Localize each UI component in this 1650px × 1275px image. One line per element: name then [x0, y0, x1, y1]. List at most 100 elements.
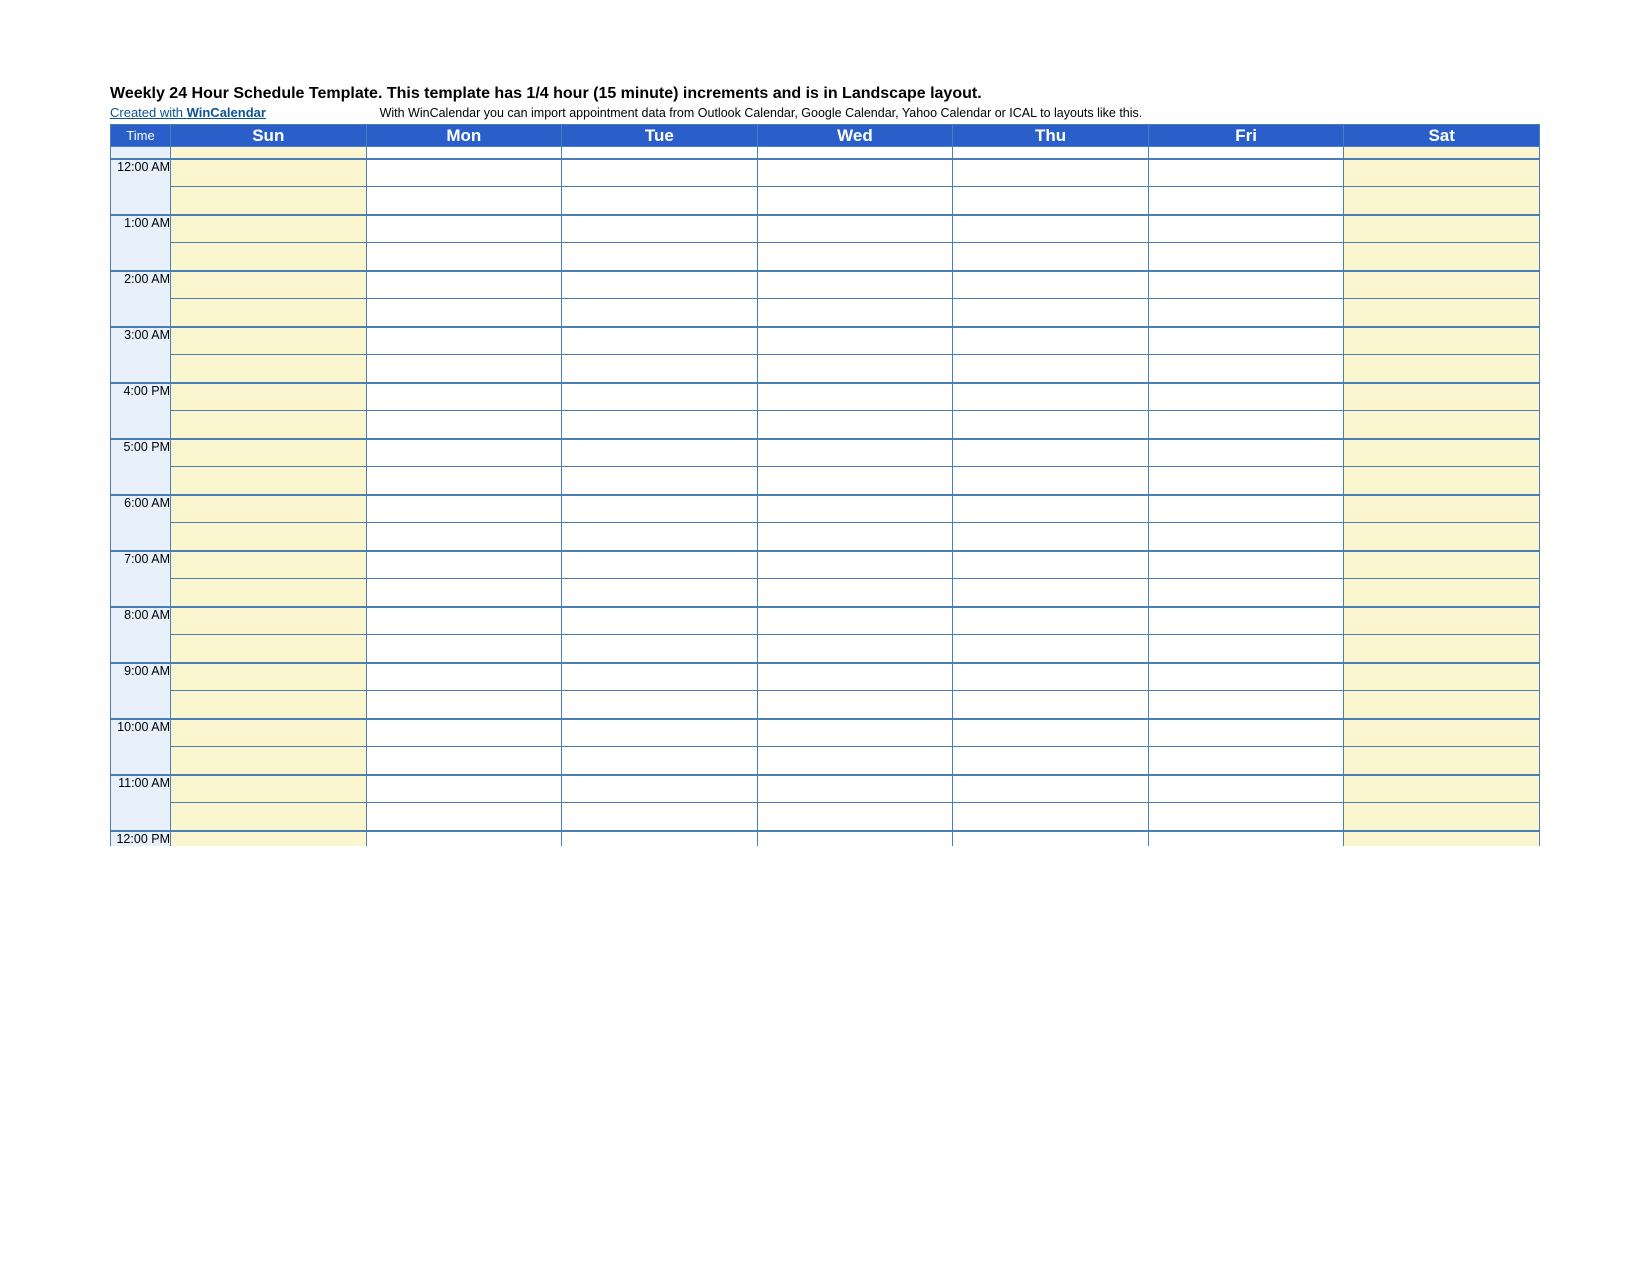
schedule-cell[interactable] [1148, 327, 1344, 355]
schedule-cell[interactable] [953, 383, 1149, 411]
schedule-cell[interactable] [171, 243, 367, 271]
schedule-cell[interactable] [1148, 495, 1344, 523]
schedule-cell[interactable] [757, 383, 953, 411]
schedule-cell[interactable] [562, 467, 758, 495]
schedule-cell[interactable] [757, 299, 953, 327]
schedule-cell[interactable] [1344, 383, 1540, 411]
schedule-cell[interactable] [757, 271, 953, 299]
schedule-cell[interactable] [1148, 831, 1344, 846]
schedule-cell[interactable] [953, 327, 1149, 355]
schedule-cell[interactable] [757, 663, 953, 691]
schedule-cell[interactable] [953, 243, 1149, 271]
schedule-cell[interactable] [366, 467, 562, 495]
schedule-cell[interactable] [757, 747, 953, 775]
schedule-cell[interactable] [757, 831, 953, 846]
schedule-cell[interactable] [171, 691, 367, 719]
schedule-cell[interactable] [953, 691, 1149, 719]
schedule-cell[interactable] [953, 495, 1149, 523]
schedule-cell[interactable] [953, 271, 1149, 299]
schedule-cell[interactable] [1344, 719, 1540, 747]
schedule-cell[interactable] [1148, 271, 1344, 299]
schedule-cell[interactable] [366, 495, 562, 523]
schedule-cell[interactable] [953, 635, 1149, 663]
schedule-cell[interactable] [1148, 299, 1344, 327]
schedule-cell[interactable] [366, 271, 562, 299]
schedule-cell[interactable] [757, 719, 953, 747]
schedule-cell[interactable] [171, 523, 367, 551]
schedule-cell[interactable] [1344, 775, 1540, 803]
schedule-cell[interactable] [562, 383, 758, 411]
schedule-cell[interactable] [366, 831, 562, 846]
schedule-cell[interactable] [171, 803, 367, 831]
schedule-cell[interactable] [366, 187, 562, 215]
schedule-cell[interactable] [757, 355, 953, 383]
schedule-cell[interactable] [1344, 607, 1540, 635]
schedule-cell[interactable] [562, 579, 758, 607]
schedule-cell[interactable] [1148, 579, 1344, 607]
schedule-cell[interactable] [1344, 691, 1540, 719]
schedule-cell[interactable] [757, 803, 953, 831]
schedule-cell[interactable] [1148, 411, 1344, 439]
schedule-cell[interactable] [562, 635, 758, 663]
schedule-cell[interactable] [757, 215, 953, 243]
schedule-cell[interactable] [1148, 551, 1344, 579]
schedule-cell[interactable] [366, 635, 562, 663]
schedule-cell[interactable] [1148, 775, 1344, 803]
schedule-cell[interactable] [171, 775, 367, 803]
schedule-cell[interactable] [562, 411, 758, 439]
schedule-cell[interactable] [1148, 383, 1344, 411]
schedule-cell[interactable] [953, 551, 1149, 579]
schedule-cell[interactable] [1344, 215, 1540, 243]
schedule-cell[interactable] [953, 803, 1149, 831]
schedule-cell[interactable] [562, 607, 758, 635]
schedule-cell[interactable] [1344, 635, 1540, 663]
schedule-cell[interactable] [1148, 691, 1344, 719]
schedule-cell[interactable] [1344, 495, 1540, 523]
schedule-cell[interactable] [757, 635, 953, 663]
schedule-cell[interactable] [757, 159, 953, 187]
schedule-cell[interactable] [171, 439, 367, 467]
schedule-cell[interactable] [171, 579, 367, 607]
schedule-cell[interactable] [366, 159, 562, 187]
schedule-cell[interactable] [562, 215, 758, 243]
schedule-cell[interactable] [1344, 523, 1540, 551]
schedule-cell[interactable] [1344, 299, 1540, 327]
schedule-cell[interactable] [953, 467, 1149, 495]
schedule-cell[interactable] [366, 663, 562, 691]
schedule-cell[interactable] [953, 439, 1149, 467]
schedule-cell[interactable] [366, 355, 562, 383]
schedule-cell[interactable] [171, 831, 367, 846]
schedule-cell[interactable] [366, 747, 562, 775]
schedule-cell[interactable] [562, 495, 758, 523]
schedule-cell[interactable] [757, 551, 953, 579]
schedule-cell[interactable] [1344, 467, 1540, 495]
schedule-cell[interactable] [1344, 803, 1540, 831]
schedule-cell[interactable] [1148, 187, 1344, 215]
schedule-cell[interactable] [171, 635, 367, 663]
schedule-cell[interactable] [171, 607, 367, 635]
schedule-cell[interactable] [562, 831, 758, 846]
schedule-cell[interactable] [562, 663, 758, 691]
schedule-cell[interactable] [562, 775, 758, 803]
schedule-cell[interactable] [1344, 439, 1540, 467]
schedule-cell[interactable] [366, 523, 562, 551]
schedule-cell[interactable] [1148, 635, 1344, 663]
schedule-cell[interactable] [1344, 551, 1540, 579]
schedule-cell[interactable] [1344, 187, 1540, 215]
schedule-cell[interactable] [562, 691, 758, 719]
schedule-cell[interactable] [171, 271, 367, 299]
schedule-cell[interactable] [366, 327, 562, 355]
schedule-cell[interactable] [1148, 243, 1344, 271]
schedule-cell[interactable] [171, 719, 367, 747]
schedule-cell[interactable] [1148, 747, 1344, 775]
schedule-cell[interactable] [171, 327, 367, 355]
schedule-cell[interactable] [1344, 579, 1540, 607]
schedule-cell[interactable] [562, 719, 758, 747]
schedule-cell[interactable] [953, 411, 1149, 439]
schedule-cell[interactable] [1344, 831, 1540, 846]
schedule-cell[interactable] [1148, 439, 1344, 467]
schedule-cell[interactable] [562, 355, 758, 383]
schedule-cell[interactable] [953, 355, 1149, 383]
schedule-cell[interactable] [953, 775, 1149, 803]
schedule-cell[interactable] [953, 663, 1149, 691]
